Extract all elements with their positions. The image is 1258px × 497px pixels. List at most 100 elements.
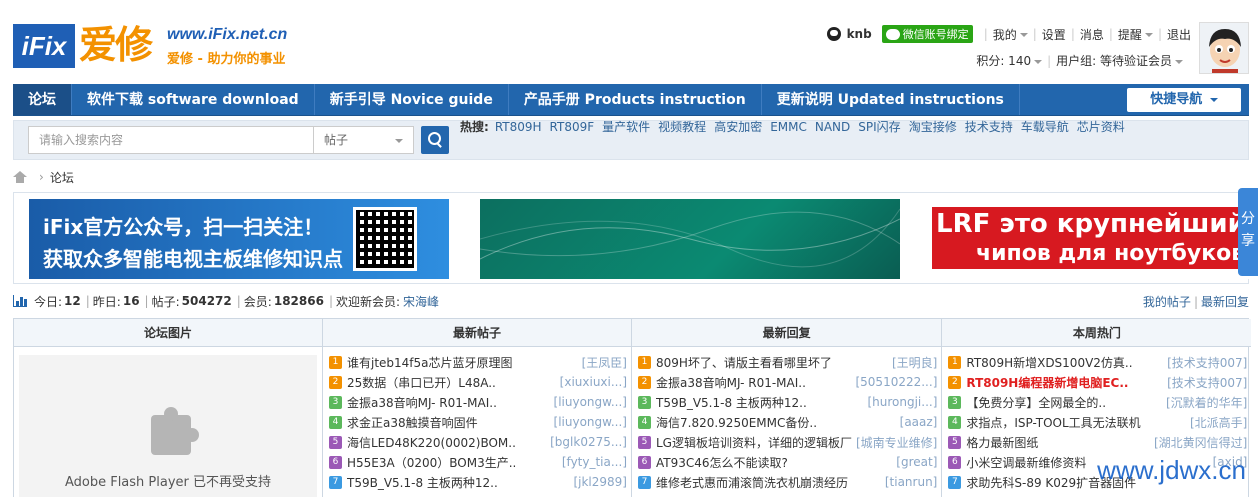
logout-link[interactable]: 退出 (1167, 26, 1191, 43)
hot-keyword-link[interactable]: RT809F (550, 120, 595, 134)
thread-title-link[interactable]: 维修老式惠而浦滚筒洗衣机崩溃经历 (656, 474, 881, 491)
thread-title-link[interactable]: 求金正a38触摸音响固件 (347, 414, 550, 431)
thread-title-link[interactable]: RT809H编程器新增电脑EC.. (966, 374, 1163, 391)
share-tab[interactable]: 分享 (1238, 188, 1258, 276)
latest-reply-link[interactable]: 最新回复 (1201, 295, 1249, 309)
thread-author-link[interactable]: [50510222...] (855, 375, 937, 389)
thread-author-link[interactable]: [xiuxiuxi...] (560, 375, 627, 389)
thread-title-link[interactable]: RT809H新增XDS100V2仿真.. (966, 354, 1163, 371)
hot-keyword-link[interactable]: 技术支持 (965, 120, 1013, 134)
thread-author-link[interactable]: [jkl2989] (573, 475, 627, 489)
thread-title-link[interactable]: AT93C46怎么不能读取? (656, 454, 892, 471)
hot-keyword-link[interactable]: 视频教程 (658, 120, 706, 134)
search-input[interactable]: 请输入搜索内容 (28, 126, 314, 154)
thread-author-link[interactable]: [湖北黄冈信得过] (1154, 434, 1247, 451)
search-button[interactable] (421, 126, 449, 154)
nav-item-novice-guide[interactable]: 新手引导 Novice guide (315, 84, 509, 115)
plugin-puzzle-icon (151, 407, 199, 455)
thread-title-link[interactable]: 809H坏了、请版主看看哪里坏了 (656, 354, 888, 371)
divider: | (1157, 27, 1162, 41)
my-menu-link[interactable]: 我的 (993, 26, 1028, 43)
hot-keyword-link[interactable]: 高安加密 (714, 120, 762, 134)
thread-title-link[interactable]: 海信7.820.9250EMMC备份.. (656, 414, 896, 431)
site-watermark: www.jdwx.cn (1097, 455, 1246, 485)
thread-author-link[interactable]: [北派高手] (1190, 414, 1247, 431)
list-item: 1 809H坏了、请版主看看哪里坏了 [王明良] (638, 352, 937, 372)
hot-keyword-link[interactable]: 量产软件 (602, 120, 650, 134)
wave-graphic (480, 208, 900, 268)
rank-badge: 5 (948, 435, 962, 449)
new-member-link[interactable]: 宋海峰 (403, 293, 439, 310)
thread-title-link[interactable]: 金振a38音响MJ- R01-MAI.. (347, 394, 550, 411)
thread-author-link[interactable]: [fyty_tia...] (562, 455, 627, 469)
hot-keyword-link[interactable]: NAND (815, 120, 850, 134)
yesterday-label: 昨日: (92, 294, 121, 309)
hot-keyword-link[interactable]: 芯片资料 (1077, 120, 1125, 134)
hot-keyword-link[interactable]: 淘宝接修 (909, 120, 957, 134)
thread-author-link[interactable]: [liuyongw...] (554, 395, 627, 409)
nav-item-updated-instructions[interactable]: 更新说明 Updated instructions (762, 84, 1020, 115)
logo-cn-text: 爱修 (79, 23, 153, 67)
list-item: 3 金振a38音响MJ- R01-MAI.. [liuyongw...] (329, 392, 627, 412)
thread-author-link[interactable]: [liuyongw...] (554, 415, 627, 429)
nav-item-products-instruction[interactable]: 产品手册 Products instruction (509, 84, 762, 115)
site-logo[interactable]: iFix 爱修 www.iFix.net.cn 爱修 - 助力你的事业 (13, 20, 313, 72)
list-item: 4 求指点，ISP-TOOL工具无法联机 [北派高手] (948, 412, 1247, 432)
thread-author-link[interactable]: [bglk0275...] (550, 435, 627, 449)
column-header: 最新帖子 (323, 319, 631, 347)
new-replies-list: 1 809H坏了、请版主看看哪里坏了 [王明良] 2 金振a38音响MJ- R01-MA… (632, 347, 941, 492)
user-group-link[interactable]: 用户组: 等待验证会员 (1056, 52, 1183, 69)
thread-title-link[interactable]: 求指点，ISP-TOOL工具无法联机 (966, 414, 1186, 431)
thread-author-link[interactable]: [aaaz] (900, 415, 938, 429)
hot-keyword-link[interactable]: SPI闪存 (858, 120, 900, 134)
lrf-banner[interactable]: LRF это крупнейший по чипов для ноутбуко… (932, 199, 1252, 279)
home-icon[interactable] (13, 171, 27, 183)
rank-badge: 4 (948, 415, 962, 429)
thread-title-link[interactable]: 海信LED48K220(0002)BOM.. (347, 434, 546, 451)
wechat-bind-button[interactable]: 微信账号绑定 (881, 25, 973, 43)
reminders-link[interactable]: 提醒 (1118, 26, 1153, 43)
nav-item-software-download[interactable]: 软件下载 software download (72, 84, 315, 115)
thread-title-link[interactable]: 格力最新图纸 (966, 434, 1150, 451)
wechat-official-banner[interactable]: iFix官方公众号，扫一扫关注！ 获取众多智能电视主板维修知识点 (29, 199, 449, 279)
settings-link[interactable]: 设置 (1042, 26, 1066, 43)
thread-author-link[interactable]: [great] (896, 455, 937, 469)
posts-count: 504272 (181, 294, 232, 308)
thread-title-link[interactable]: 【免费分享】全网最全的.. (966, 394, 1162, 411)
thread-author-link[interactable]: [王凤臣] (582, 354, 627, 371)
thread-author-link[interactable]: [tianrun] (885, 475, 938, 489)
hot-keyword-link[interactable]: 车载导航 (1021, 120, 1069, 134)
thread-author-link[interactable]: [城南专业维修] (856, 434, 937, 451)
thread-title-link[interactable]: 25数据（串口已开）L48A.. (347, 374, 556, 391)
thread-title-link[interactable]: 谁有jteb14f5a芯片蓝牙原理图 (347, 354, 578, 371)
thread-author-link[interactable]: [技术支持007] (1167, 374, 1247, 391)
divider: | (983, 27, 988, 41)
divider: | (85, 294, 90, 308)
main-nav: 论坛 软件下载 software download 新手引导 Novice gu… (13, 84, 1249, 116)
username-link[interactable]: knb (847, 27, 872, 41)
quick-nav-button[interactable]: 快捷导航 (1127, 88, 1241, 112)
points-link[interactable]: 积分: 140 (976, 52, 1043, 69)
divider: | (1047, 53, 1052, 68)
breadcrumb-current[interactable]: 论坛 (50, 169, 74, 186)
hot-keyword-link[interactable]: EMMC (770, 120, 807, 134)
hot-keyword-link[interactable]: RT809H (495, 120, 542, 134)
thread-author-link[interactable]: [hurongji...] (867, 395, 937, 409)
thread-title-link[interactable]: LG逻辑板培训资料，详细的逻辑板厂 (656, 434, 852, 451)
thread-title-link[interactable]: 金振a38音响MJ- R01-MAI.. (656, 374, 851, 391)
search-scope-select[interactable]: 帖子 (314, 126, 414, 154)
my-posts-link[interactable]: 我的帖子 (1143, 295, 1191, 309)
thread-author-link[interactable]: [沉默着的华年] (1166, 394, 1247, 411)
logo-url: www.iFix.net.cn (167, 26, 288, 43)
thread-author-link[interactable]: [技术支持007] (1167, 354, 1247, 371)
thread-title-link[interactable]: H55E3A（0200）BOM3生产.. (347, 454, 558, 471)
thread-author-link[interactable]: [王明良] (892, 354, 937, 371)
qr-code-icon (353, 207, 417, 271)
messages-link[interactable]: 消息 (1080, 26, 1104, 43)
nav-item-forum[interactable]: 论坛 (13, 84, 72, 115)
chevron-down-icon (1019, 33, 1028, 37)
avatar[interactable] (1199, 22, 1249, 74)
green-banner[interactable] (480, 199, 900, 279)
thread-title-link[interactable]: T59B_V5.1-8 主板两种12.. (347, 474, 569, 491)
thread-title-link[interactable]: T59B_V5.1-8 主板两种12.. (656, 394, 863, 411)
